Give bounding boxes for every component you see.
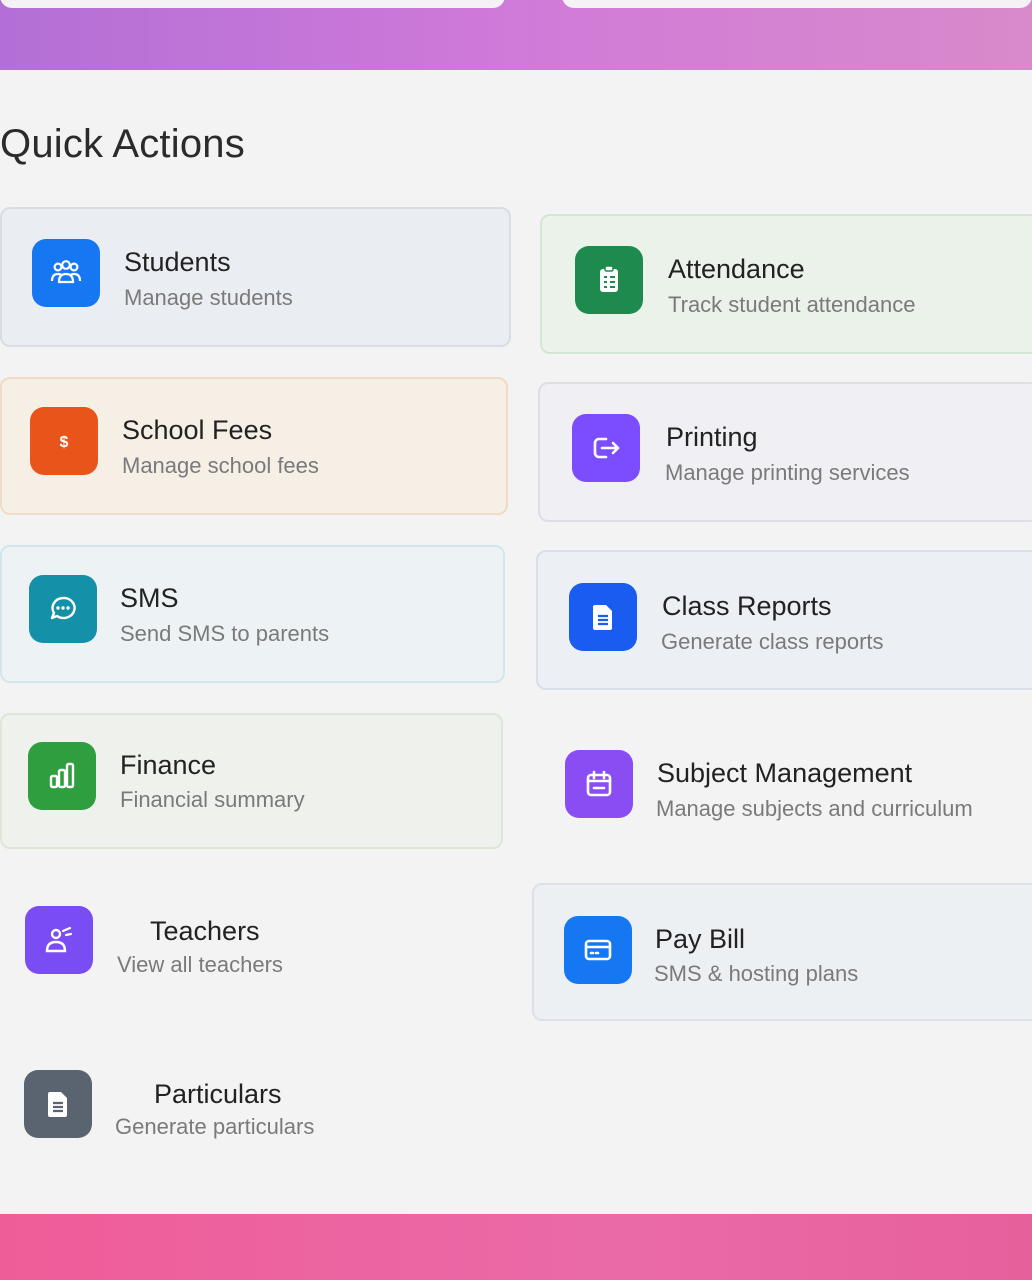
action-label: Printing (666, 422, 758, 452)
action-subtitle: View all teachers (117, 952, 283, 977)
document-icon (24, 1070, 92, 1138)
action-label: SMS (120, 583, 179, 613)
action-subtitle: Manage school fees (122, 453, 319, 478)
action-label: Pay Bill (655, 924, 746, 954)
chat-bubble-icon (29, 575, 97, 643)
action-finance[interactable]: Finance Financial summary (0, 713, 503, 849)
bar-chart-icon (28, 742, 96, 810)
action-label: Finance (120, 750, 217, 780)
action-subtitle: Generate class reports (661, 629, 884, 654)
action-subtitle: Manage subjects and curriculum (656, 796, 973, 821)
action-subtitle: SMS & hosting plans (654, 961, 859, 986)
action-label: Students (124, 247, 231, 277)
action-school-fees[interactable]: $ School Fees Manage school fees (0, 377, 508, 515)
action-teachers[interactable]: Teachers View all teachers (0, 878, 503, 1016)
action-students[interactable]: Students Manage students (0, 207, 511, 347)
top-card-edge-left (0, 0, 505, 8)
action-subtitle: Manage printing services (665, 460, 910, 485)
teacher-icon (25, 906, 93, 974)
action-printing[interactable]: Printing Manage printing services (538, 382, 1032, 522)
action-pay-bill[interactable]: Pay Bill SMS & hosting plans (532, 883, 1032, 1021)
printer-export-icon (572, 414, 640, 482)
action-subject-management[interactable]: Subject Management Manage subjects and c… (530, 718, 1032, 854)
action-attendance[interactable]: Attendance Track student attendance (540, 214, 1032, 354)
document-icon (569, 583, 637, 651)
action-class-reports[interactable]: Class Reports Generate class reports (536, 550, 1032, 690)
header-gradient-band (0, 0, 1032, 78)
footer-gradient-band (0, 1214, 1032, 1280)
users-icon (32, 239, 100, 307)
action-subtitle: Financial summary (120, 787, 305, 812)
credit-card-icon (564, 916, 632, 984)
action-sms[interactable]: SMS Send SMS to parents (0, 545, 505, 683)
action-label: Particulars (154, 1079, 282, 1109)
action-label: Class Reports (662, 591, 832, 621)
action-particulars[interactable]: Particulars Generate particulars (0, 1042, 503, 1180)
action-subtitle: Send SMS to parents (120, 621, 330, 646)
section-title: Quick Actions (0, 122, 245, 166)
action-subtitle: Manage students (124, 285, 293, 310)
action-subtitle: Generate particulars (115, 1114, 315, 1139)
top-card-edge-right (562, 0, 1032, 8)
action-subtitle: Track student attendance (668, 292, 916, 317)
action-label: Teachers (150, 916, 260, 946)
dollar-icon: $ (30, 407, 98, 475)
action-label: School Fees (122, 415, 273, 445)
calendar-icon (565, 750, 633, 818)
svg-text:$: $ (60, 434, 69, 451)
clipboard-icon (575, 246, 643, 314)
action-label: Subject Management (657, 758, 913, 788)
action-label: Attendance (668, 254, 805, 284)
